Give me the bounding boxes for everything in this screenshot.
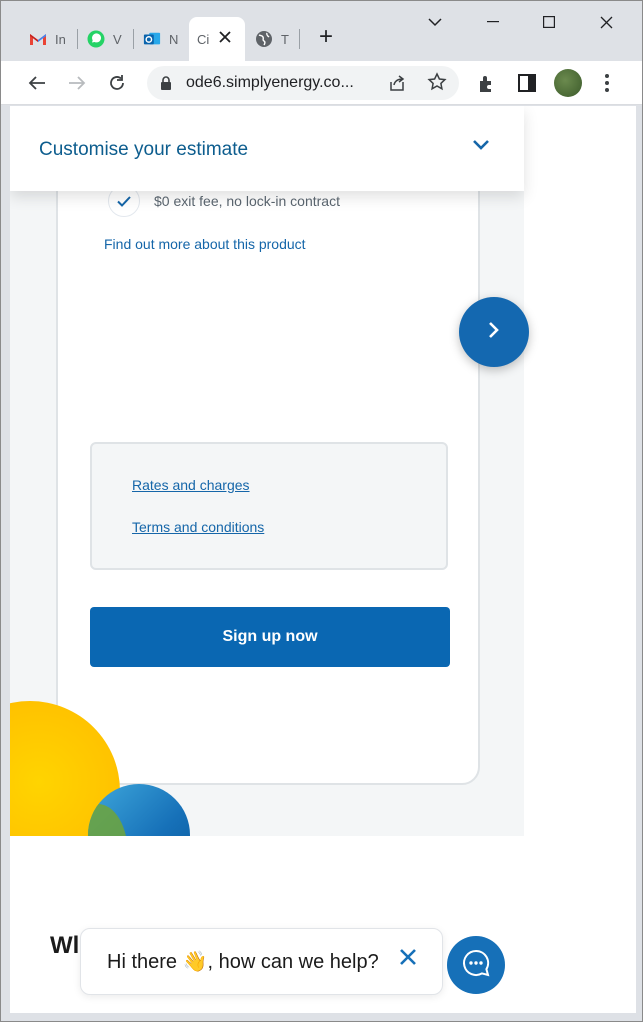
tab-gmail[interactable]: In xyxy=(19,17,75,61)
tab-strip: In V N Ci T + xyxy=(1,1,642,61)
new-tab-button[interactable]: + xyxy=(313,25,339,51)
tab-title: T xyxy=(281,31,289,47)
back-icon[interactable] xyxy=(22,68,52,98)
address-bar[interactable]: ode6.simplyenergy.co... xyxy=(147,66,459,100)
profile-avatar[interactable] xyxy=(554,69,582,97)
tab-current[interactable]: Ci xyxy=(189,17,245,61)
feature-row: $0 exit fee, no lock-in contract xyxy=(108,191,340,217)
chevron-right-icon xyxy=(488,321,500,344)
minimize-icon[interactable] xyxy=(473,7,513,37)
find-out-more-link[interactable]: Find out more about this product xyxy=(104,236,306,252)
tab-search-icon[interactable] xyxy=(415,7,455,37)
bookmark-star-icon[interactable] xyxy=(427,72,447,97)
check-icon xyxy=(108,191,140,217)
decorative-green-shape xyxy=(88,804,128,836)
documents-box: Rates and charges Terms and conditions xyxy=(90,442,448,570)
chat-greeting-bubble[interactable]: Hi there 👋, how can we help? xyxy=(80,928,443,995)
tab-title: N xyxy=(169,31,179,47)
tab-web[interactable]: T xyxy=(245,17,301,61)
customise-estimate-bar[interactable]: Customise your estimate xyxy=(10,106,524,191)
chat-launcher-button[interactable] xyxy=(447,936,505,994)
tab-title: Ci xyxy=(197,31,210,47)
forward-icon[interactable] xyxy=(62,68,92,98)
terms-and-conditions-link[interactable]: Terms and conditions xyxy=(132,519,264,535)
carousel-next-button[interactable] xyxy=(459,297,529,367)
url-text: ode6.simplyenergy.co... xyxy=(186,74,354,91)
chat-greeting-text: Hi there 👋, how can we help? xyxy=(107,951,379,973)
browser-toolbar: ode6.simplyenergy.co... xyxy=(1,61,642,105)
globe-icon xyxy=(255,30,273,48)
outlook-icon xyxy=(143,30,161,48)
gmail-icon xyxy=(29,30,47,48)
side-panel-icon[interactable] xyxy=(515,71,539,95)
tab-title: In xyxy=(55,31,65,47)
rates-and-charges-link[interactable]: Rates and charges xyxy=(132,477,250,493)
close-window-icon[interactable] xyxy=(586,7,626,37)
share-icon[interactable] xyxy=(387,73,407,98)
browser-window: In V N Ci T + ode6.simplyenergy.co... $0… xyxy=(0,0,643,1022)
lock-icon xyxy=(160,76,174,90)
extensions-icon[interactable] xyxy=(475,71,499,95)
feature-text: $0 exit fee, no lock-in contract xyxy=(154,193,340,209)
tab-outlook[interactable]: N xyxy=(133,17,189,61)
maximize-icon[interactable] xyxy=(529,7,569,37)
section-heading: Wl xyxy=(50,932,80,959)
sign-up-button[interactable]: Sign up now xyxy=(90,607,450,667)
whatsapp-icon xyxy=(87,30,105,48)
chevron-down-icon[interactable] xyxy=(472,138,490,156)
product-section: $0 exit fee, no lock-in contract Find ou… xyxy=(10,191,524,836)
close-chat-icon[interactable] xyxy=(399,948,417,971)
customise-estimate-label: Customise your estimate xyxy=(39,139,249,160)
tab-separator xyxy=(299,29,300,49)
product-card: $0 exit fee, no lock-in contract Find ou… xyxy=(56,191,480,785)
close-tab-icon[interactable] xyxy=(219,30,231,48)
reload-icon[interactable] xyxy=(102,68,132,98)
menu-kebab-icon[interactable] xyxy=(595,71,619,95)
chat-icon xyxy=(461,948,491,983)
page-viewport: $0 exit fee, no lock-in contract Find ou… xyxy=(10,106,636,1013)
tab-title: V xyxy=(113,31,122,47)
tab-whatsapp[interactable]: V xyxy=(77,17,133,61)
